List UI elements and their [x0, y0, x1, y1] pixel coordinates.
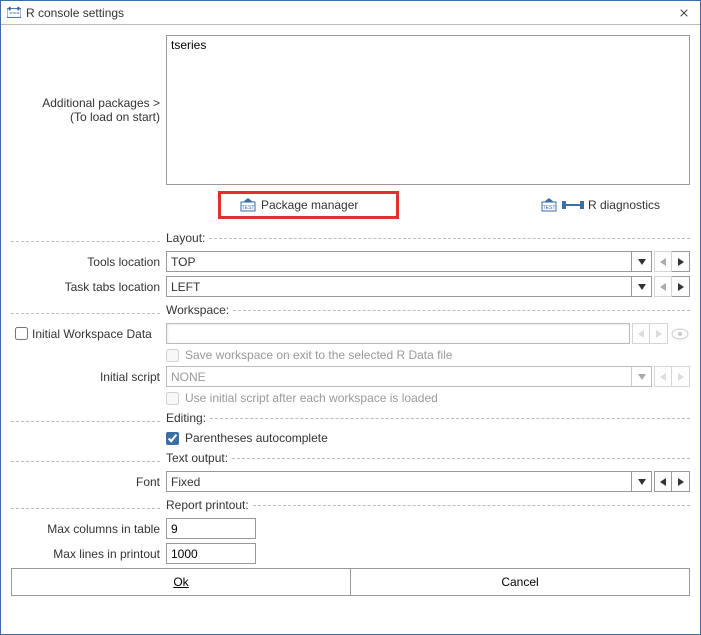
section-report-label: Report printout: — [166, 498, 249, 512]
diagnostics-house-icon: TEST — [540, 198, 558, 212]
max-lines-input[interactable] — [166, 543, 256, 564]
chevron-down-icon — [631, 277, 651, 296]
package-manager-icon: TEST — [239, 198, 257, 212]
task-tabs-location-combo[interactable]: LEFT — [166, 276, 652, 297]
font-next[interactable] — [672, 471, 690, 492]
use-initial-script-checkbox — [166, 392, 179, 405]
workspace-prev — [632, 323, 650, 344]
button-bar: Ok Cancel — [11, 568, 690, 596]
dialog-window: R console settings Additional packages >… — [0, 0, 701, 635]
font-combo[interactable]: Fixed — [166, 471, 652, 492]
font-label: Font — [11, 475, 166, 489]
section-text-output-label: Text output: — [166, 451, 228, 465]
section-workspace-label: Workspace: — [166, 303, 229, 317]
max-lines-label: Max lines in printout — [11, 547, 166, 561]
additional-packages-textarea[interactable]: tseries — [166, 35, 690, 185]
content-area: Additional packages > (To load on start)… — [1, 25, 700, 634]
chevron-down-icon — [631, 367, 651, 386]
task-tabs-next[interactable] — [672, 276, 690, 297]
initial-workspace-label: Initial Workspace Data — [32, 327, 152, 341]
additional-packages-label-1: Additional packages > — [11, 96, 160, 110]
save-on-exit-label: Save workspace on exit to the selected R… — [185, 348, 452, 362]
svg-text:TEST: TEST — [242, 205, 255, 211]
package-manager-link[interactable]: TEST Package manager — [239, 198, 358, 212]
tools-location-prev[interactable] — [654, 251, 672, 272]
ok-button[interactable]: Ok — [12, 569, 351, 595]
paren-autocomplete-checkbox[interactable] — [166, 432, 179, 445]
svg-text:TEST: TEST — [543, 205, 556, 211]
initial-script-label: Initial script — [11, 370, 166, 384]
max-cols-input[interactable] — [166, 518, 256, 539]
additional-packages-label-2: (To load on start) — [11, 110, 160, 124]
tools-location-combo[interactable]: TOP — [166, 251, 652, 272]
title-bar: R console settings — [1, 1, 700, 25]
section-editing-label: Editing: — [166, 411, 206, 425]
close-button[interactable] — [674, 3, 694, 23]
workspace-next — [650, 323, 668, 344]
use-initial-script-label: Use initial script after each workspace … — [185, 391, 438, 405]
section-layout-label: Layout: — [166, 231, 205, 245]
chevron-down-icon — [631, 472, 651, 491]
r-diagnostics-link[interactable]: TEST R diagnostics — [540, 198, 660, 212]
max-cols-label: Max columns in table — [11, 522, 166, 536]
task-tabs-location-label: Task tabs location — [11, 280, 166, 294]
package-manager-highlight: TEST Package manager — [218, 191, 399, 219]
window-title: R console settings — [26, 6, 674, 20]
initial-script-prev — [654, 366, 672, 387]
save-on-exit-checkbox — [166, 349, 179, 362]
initial-script-combo[interactable]: NONE — [166, 366, 652, 387]
close-icon — [680, 7, 688, 19]
tools-location-next[interactable] — [672, 251, 690, 272]
paren-autocomplete-label: Parentheses autocomplete — [185, 431, 328, 445]
initial-workspace-field[interactable] — [166, 323, 630, 344]
initial-workspace-checkbox[interactable] — [15, 327, 28, 340]
task-tabs-prev[interactable] — [654, 276, 672, 297]
workspace-browse-icon[interactable] — [670, 324, 690, 344]
tools-location-label: Tools location — [11, 255, 166, 269]
app-icon — [7, 6, 21, 20]
chevron-down-icon — [631, 252, 651, 271]
diagnostics-barbell-icon — [562, 198, 584, 212]
initial-script-next — [672, 366, 690, 387]
cancel-button[interactable]: Cancel — [351, 569, 689, 595]
font-prev[interactable] — [654, 471, 672, 492]
